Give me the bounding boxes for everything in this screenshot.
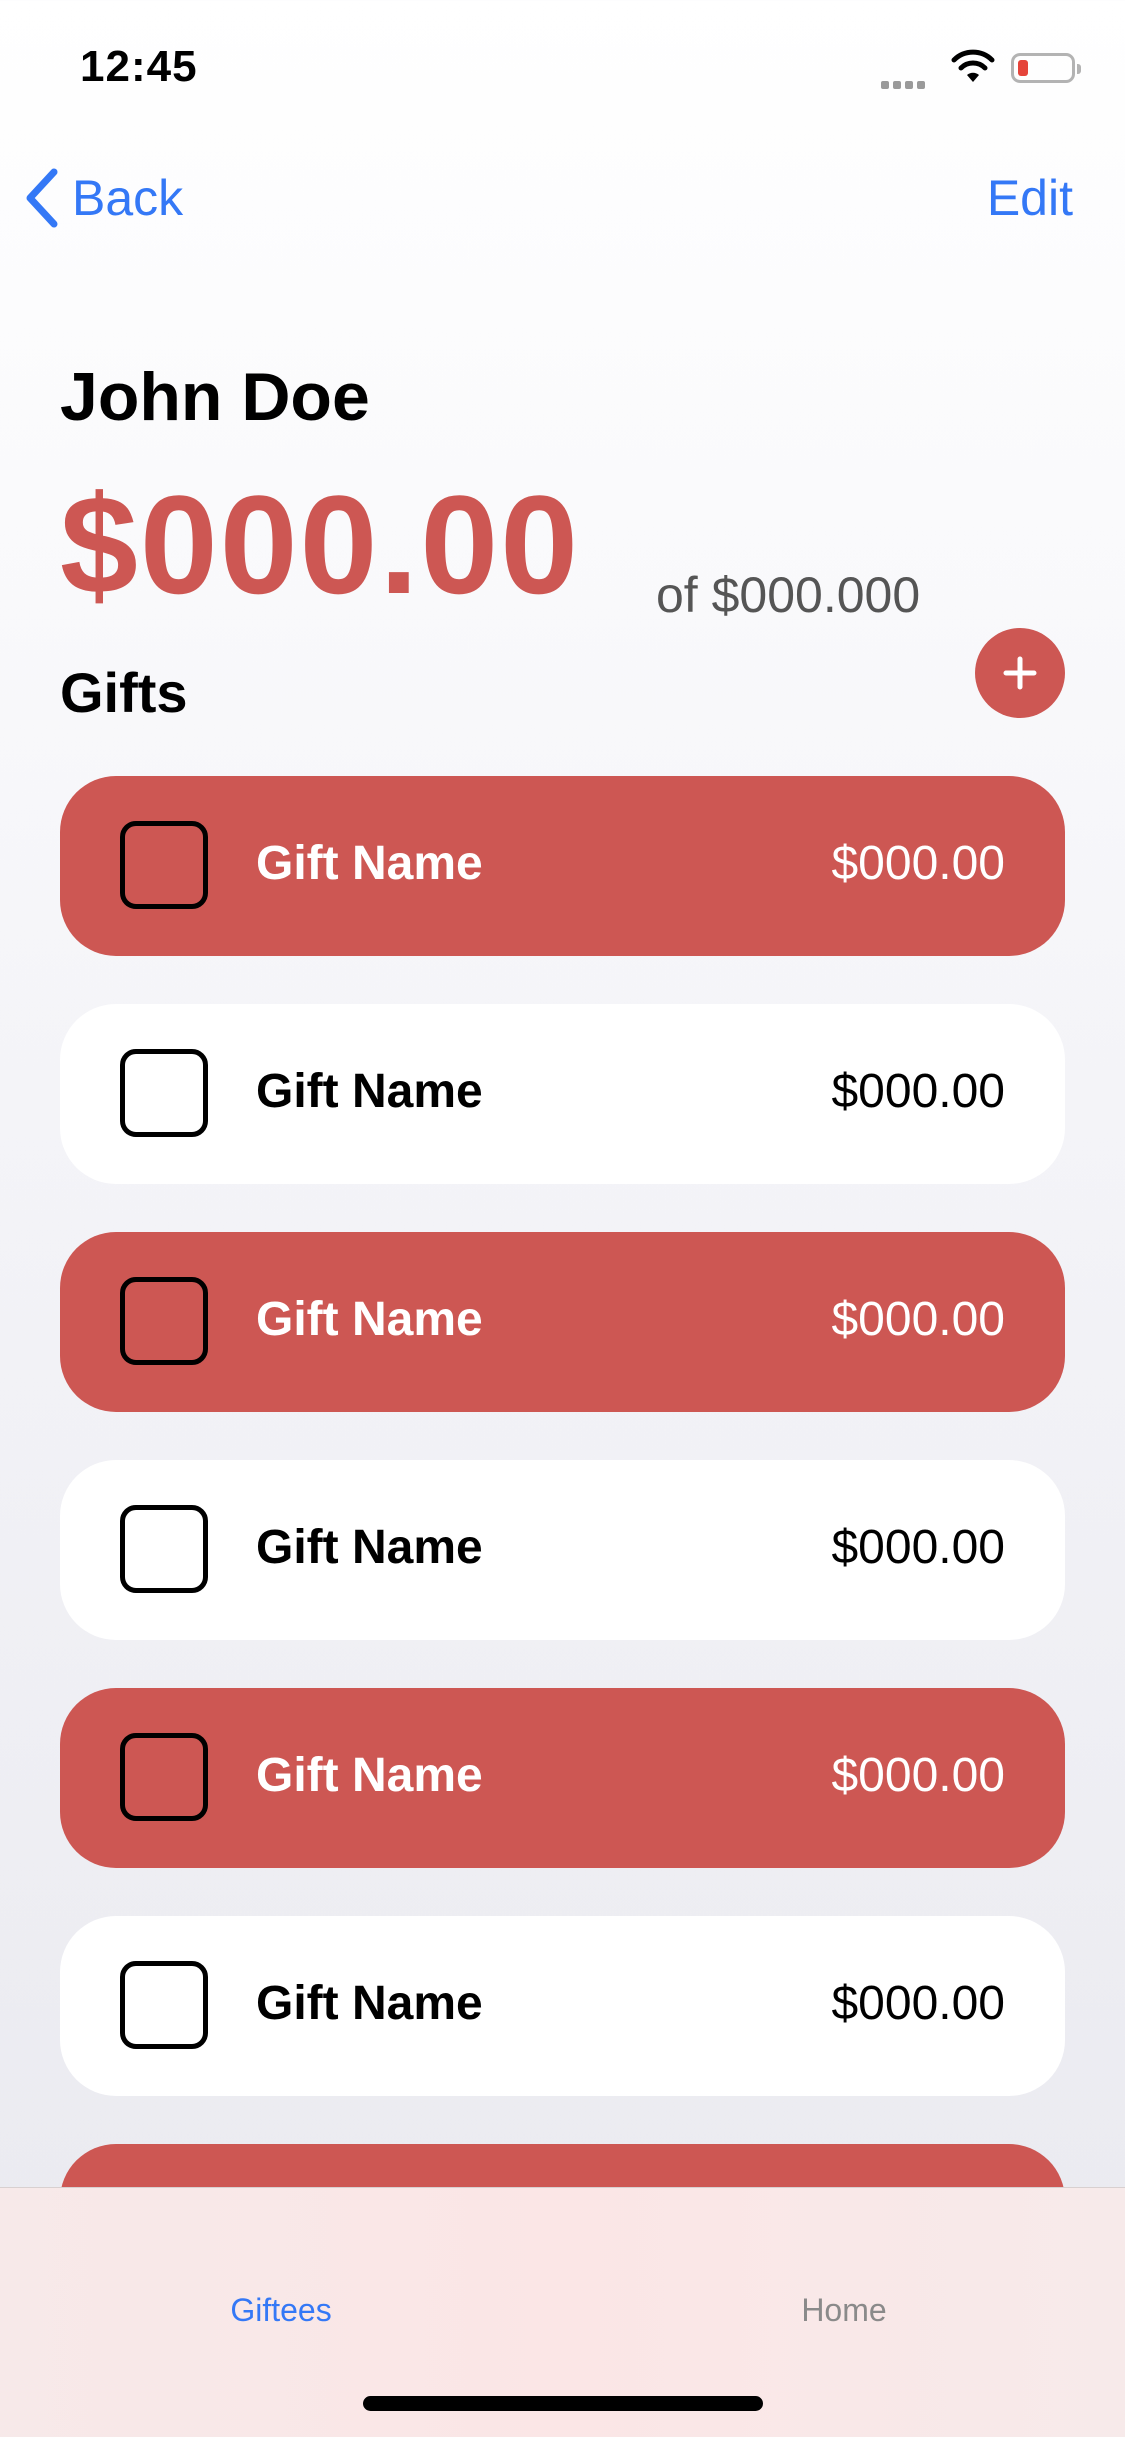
spent-amount: $000.00: [60, 466, 581, 623]
gift-checkbox[interactable]: [120, 1505, 208, 1593]
home-indicator[interactable]: [363, 2396, 763, 2411]
gift-name: Gift Name: [256, 1521, 483, 1574]
gift-row[interactable]: Gift Name $000.00: [60, 1232, 1065, 1412]
gift-name: Gift Name: [256, 1293, 483, 1346]
status-time: 12:45: [80, 42, 198, 91]
gift-price: $000.00: [831, 1749, 1005, 1802]
budget-amount: of $000.000: [656, 567, 921, 623]
giftee-name: John Doe: [60, 359, 370, 435]
gift-checkbox[interactable]: [120, 1049, 208, 1137]
back-button[interactable]: Back: [24, 162, 183, 234]
tab-home[interactable]: Home: [694, 2292, 994, 2329]
gift-name: Gift Name: [256, 1977, 483, 2030]
gift-price: $000.00: [831, 1521, 1005, 1574]
gift-price: $000.00: [831, 1977, 1005, 2030]
cellular-signal-icon: [881, 76, 933, 89]
gift-row[interactable]: Gift Name $000.00: [60, 1004, 1065, 1184]
add-gift-button[interactable]: [975, 628, 1065, 718]
status-bar: 12:45: [0, 0, 1125, 140]
back-button-label: Back: [72, 170, 184, 226]
gift-name: Gift Name: [256, 837, 483, 890]
gift-price: $000.00: [831, 1293, 1005, 1346]
gift-name: Gift Name: [256, 1065, 483, 1118]
gift-price: $000.00: [831, 1065, 1005, 1118]
gift-checkbox[interactable]: [120, 1733, 208, 1821]
edit-button[interactable]: Edit: [987, 162, 1073, 234]
gift-list: Gift Name $000.00 Gift Name $000.00 Gift…: [60, 776, 1065, 2372]
gift-row[interactable]: Gift Name $000.00: [60, 776, 1065, 956]
gift-checkbox[interactable]: [120, 821, 208, 909]
gift-checkbox[interactable]: [120, 1961, 208, 2049]
gift-checkbox[interactable]: [120, 1277, 208, 1365]
gifts-section-title: Gifts: [60, 661, 188, 724]
plus-icon: [1003, 656, 1037, 690]
battery-low-icon: [1011, 53, 1081, 83]
tab-giftees[interactable]: Giftees: [131, 2292, 431, 2329]
gift-row[interactable]: Gift Name $000.00: [60, 1916, 1065, 2096]
gift-name: Gift Name: [256, 1749, 483, 1802]
gift-row[interactable]: Gift Name $000.00: [60, 1688, 1065, 1868]
gift-price: $000.00: [831, 837, 1005, 890]
chevron-left-icon: [26, 168, 58, 228]
gift-row[interactable]: Gift Name $000.00: [60, 1460, 1065, 1640]
wifi-icon: [950, 48, 996, 84]
